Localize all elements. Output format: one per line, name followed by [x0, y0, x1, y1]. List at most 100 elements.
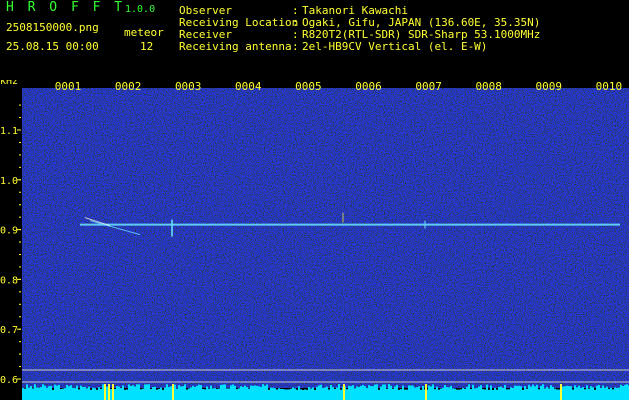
level-bar-column — [192, 385, 194, 392]
level-bar-column — [222, 384, 224, 392]
level-bar-column — [496, 389, 498, 392]
level-bar-column — [122, 385, 124, 392]
level-bar-column — [346, 389, 348, 392]
level-bar-column — [76, 385, 78, 392]
level-bar-column — [488, 389, 490, 392]
level-bar-column — [562, 386, 564, 392]
y-axis: 1.1 1.0 0.9 0.8 0.7 0.6 — [0, 104, 21, 386]
y-tick-label: 0.8 — [0, 275, 18, 286]
level-bar-column — [220, 384, 222, 392]
level-bar-column — [32, 388, 34, 392]
level-bar-column — [358, 386, 360, 392]
level-bar-column — [540, 385, 542, 392]
level-bar-column — [202, 389, 204, 392]
level-bar-column — [70, 385, 72, 392]
level-bar-column — [400, 389, 402, 392]
level-bar-column — [506, 389, 508, 392]
level-bar-column — [116, 386, 118, 392]
level-spike — [560, 384, 562, 400]
level-bar-column — [206, 386, 208, 392]
level-bar-column — [438, 389, 440, 392]
level-bar-column — [374, 384, 376, 392]
level-bar-column — [128, 384, 130, 392]
level-bar-column — [292, 387, 294, 392]
level-bar-column — [62, 388, 64, 392]
level-bar-column — [382, 384, 384, 392]
level-bar-column — [276, 389, 278, 392]
level-bar-column — [484, 389, 486, 392]
level-bar-column — [224, 384, 226, 392]
level-bar-column — [602, 385, 604, 392]
level-bar-column — [46, 387, 48, 392]
level-bar-column — [250, 385, 252, 392]
level-bar-column — [470, 389, 472, 392]
level-bar-column — [584, 389, 586, 392]
meteor-label: meteor — [124, 26, 164, 39]
level-bar-column — [566, 385, 568, 392]
date-time: 25.08.15 00:00 — [6, 40, 99, 53]
level-bar-column — [464, 388, 466, 392]
level-bar-column — [524, 386, 526, 392]
level-bar-column — [314, 389, 316, 392]
level-bar-column — [210, 385, 212, 392]
level-bar-column — [186, 389, 188, 392]
level-bar-column — [548, 388, 550, 392]
level-bar-column — [414, 387, 416, 392]
level-bar-column — [340, 389, 342, 392]
x-tick-label: 0010 — [596, 80, 623, 93]
level-bar-column — [422, 386, 424, 392]
level-bar-column — [190, 387, 192, 392]
level-bar-column — [266, 384, 268, 392]
level-bar-column — [24, 388, 26, 392]
level-bar-column — [238, 388, 240, 392]
level-bar-column — [264, 385, 266, 392]
level-bar-column — [234, 385, 236, 392]
level-bar-column — [150, 389, 152, 392]
meteor-count: 12 — [140, 40, 154, 53]
level-bar-column — [416, 387, 418, 392]
level-bar-column — [436, 386, 438, 392]
level-spike — [104, 384, 106, 400]
level-bar-column — [136, 384, 138, 392]
level-bar-column — [408, 385, 410, 392]
level-bar-column — [352, 385, 354, 392]
level-bar-column — [204, 389, 206, 392]
level-bar-column — [120, 388, 122, 392]
level-bar-column — [412, 385, 414, 392]
level-bar-column — [284, 389, 286, 392]
level-bar-column — [610, 387, 612, 392]
app-brand: H R O F F T — [6, 0, 126, 15]
level-bar-column — [528, 384, 530, 392]
level-bar-column — [144, 384, 146, 392]
level-bar-column — [600, 387, 602, 392]
level-bar-column — [134, 386, 136, 392]
x-tick-label: 0006 — [355, 80, 382, 93]
level-bar-column — [486, 384, 488, 392]
level-bar-column — [162, 389, 164, 392]
level-bar-column — [106, 386, 108, 392]
level-bar-column — [612, 389, 614, 392]
level-bar-column — [462, 388, 464, 392]
level-bar-column — [434, 389, 436, 392]
level-bar-column — [54, 384, 56, 392]
level-bar-column — [130, 385, 132, 392]
level-bar-column — [404, 389, 406, 392]
x-tick-label: 0005 — [295, 80, 322, 93]
level-bar-column — [552, 386, 554, 392]
level-bar-column — [482, 389, 484, 392]
level-bar-column — [194, 386, 196, 392]
level-bar-column — [244, 385, 246, 392]
level-bar-column — [52, 389, 54, 392]
level-bar-column — [510, 387, 512, 392]
level-bar-column — [592, 387, 594, 392]
level-bar-column — [500, 386, 502, 392]
level-bar-column — [268, 389, 270, 392]
level-bar-column — [132, 385, 134, 392]
level-bar-column — [26, 384, 28, 392]
level-bar-column — [364, 386, 366, 392]
level-bar-column — [316, 386, 318, 392]
level-bar-column — [348, 385, 350, 392]
level-bar-column — [626, 384, 628, 392]
level-bar-column — [28, 387, 30, 392]
level-bar-column — [262, 384, 264, 392]
